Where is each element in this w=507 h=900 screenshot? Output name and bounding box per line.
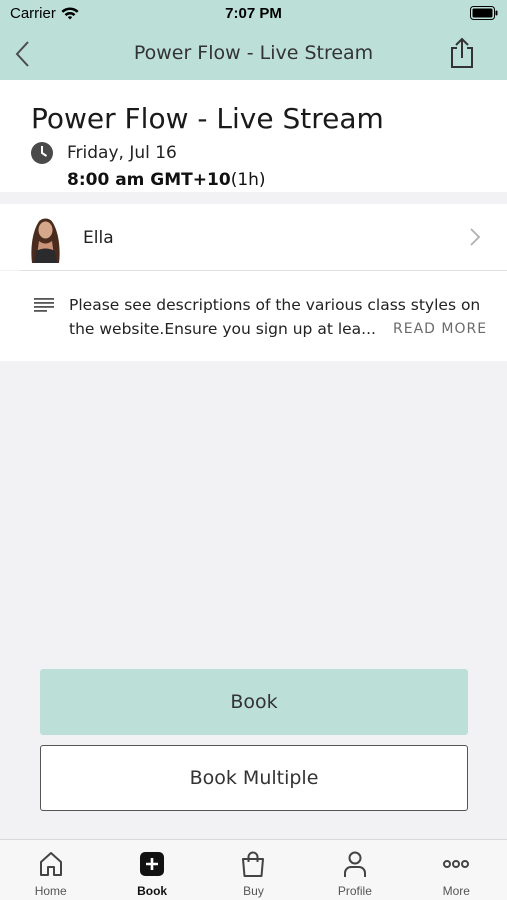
description-section: Please see descriptions of the various c… <box>0 271 507 361</box>
class-date: Friday, Jul 16 <box>67 143 177 163</box>
nav-title: Power Flow - Live Stream <box>133 42 374 64</box>
read-more-link[interactable]: READ MORE <box>393 321 487 337</box>
nav-bar: Power Flow - Live Stream <box>0 28 507 80</box>
class-title: Power Flow - Live Stream <box>31 102 384 135</box>
instructor-row[interactable]: Ella <box>0 204 507 270</box>
more-dots-icon <box>443 860 470 868</box>
instructor-name: Ella <box>83 228 114 248</box>
shopping-bag-icon <box>242 851 265 877</box>
tab-more[interactable]: More <box>406 840 507 900</box>
tab-profile[interactable]: Profile <box>304 840 405 900</box>
tab-home[interactable]: Home <box>0 840 101 900</box>
book-button[interactable]: Book <box>40 669 468 735</box>
tab-label: Book <box>137 884 168 898</box>
tab-bar: Home Book Buy Profile More <box>0 839 507 900</box>
status-time: 7:07 PM <box>225 5 282 22</box>
book-multiple-button[interactable]: Book Multiple <box>40 745 468 811</box>
class-start-time: 8:00 am GMT+10 <box>67 170 231 190</box>
person-icon <box>343 851 366 877</box>
tab-label: More <box>442 884 470 898</box>
class-header: Power Flow - Live Stream Friday, Jul 16 … <box>0 80 507 192</box>
tab-label: Profile <box>337 884 372 898</box>
clock-icon <box>31 142 53 164</box>
chevron-left-icon[interactable] <box>12 40 34 68</box>
battery-icon <box>470 6 498 20</box>
class-time: 8:00 am GMT+10(1h) <box>67 170 266 190</box>
avatar <box>24 213 67 263</box>
tab-label: Home <box>34 884 67 898</box>
status-bar: Carrier 7:07 PM <box>0 0 507 28</box>
plus-square-icon <box>140 852 165 876</box>
home-icon <box>39 852 62 876</box>
class-duration: (1h) <box>230 170 266 190</box>
chevron-right-icon <box>470 228 481 246</box>
tab-label: Buy <box>243 884 264 898</box>
tab-buy[interactable]: Buy <box>203 840 304 900</box>
tab-book[interactable]: Book <box>101 840 202 900</box>
text-lines-icon <box>34 298 54 312</box>
share-icon[interactable] <box>447 36 477 70</box>
